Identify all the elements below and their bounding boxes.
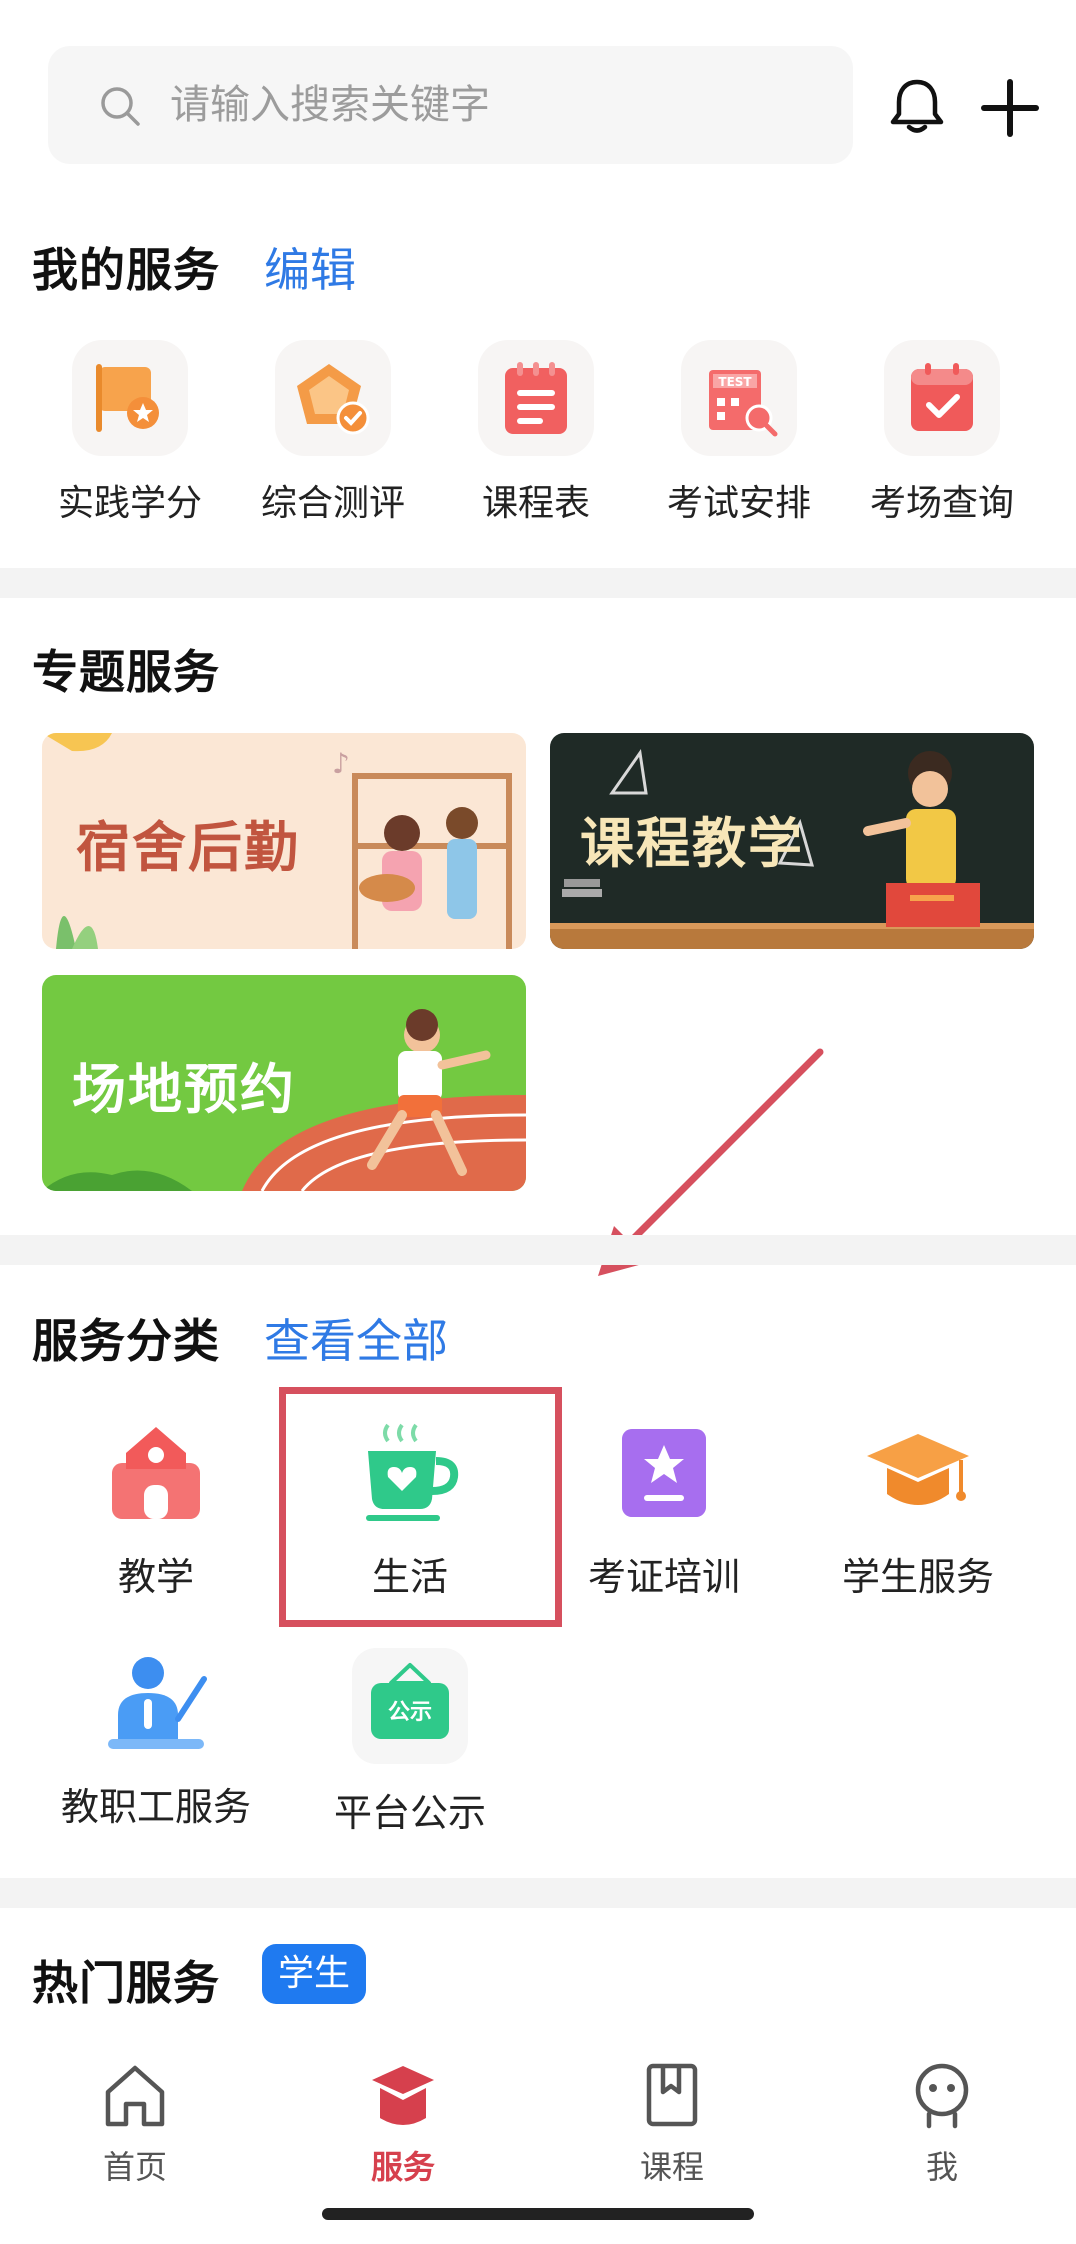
calendar-check-icon (884, 340, 1000, 456)
category-label: 教职工服务 (60, 1785, 251, 1829)
search-bar[interactable] (48, 46, 853, 164)
nav-item-courses[interactable]: 课程 (592, 2060, 752, 2188)
category-label: 教学 (117, 1555, 194, 1599)
category-label: 考证培训 (587, 1555, 740, 1599)
hot-services-title: 热门服务 (32, 1956, 220, 2010)
nav-label: 首页 (102, 2148, 167, 2186)
service-label: 考试安排 (666, 483, 811, 524)
services-icon (372, 2066, 434, 2125)
category-platform-notice[interactable]: 公示 平台公示 (290, 1648, 530, 1837)
service-item-exam-room-query[interactable]: 考场查询 (842, 340, 1042, 526)
edit-link[interactable]: 编辑 (264, 234, 356, 300)
teacher-icon (101, 1648, 211, 1758)
banner-venue-booking[interactable]: 场地预约 (42, 975, 526, 1191)
home-icon (105, 2065, 165, 2127)
nav-item-me[interactable]: 我 (862, 2060, 1022, 2188)
nav-item-services[interactable]: 服务 (323, 2060, 483, 2188)
top-bar (0, 0, 1076, 170)
notice-icon-text: 公示 (388, 1700, 432, 1725)
school-icon (101, 1418, 211, 1528)
section-divider (0, 1235, 1076, 1265)
topic-services-title: 专题服务 (32, 645, 220, 699)
section-divider (0, 568, 1076, 598)
bell-icon[interactable] (888, 76, 946, 136)
category-teaching[interactable]: 教学 (36, 1418, 276, 1601)
category-label: 学生服务 (841, 1555, 994, 1599)
notice-board-icon: 公示 (352, 1648, 468, 1764)
pentagon-check-icon (275, 340, 391, 456)
category-staff-services[interactable]: 教职工服务 (36, 1648, 276, 1831)
book-icon (646, 2063, 698, 2127)
service-label: 课程表 (481, 483, 590, 524)
test-building-icon: TEST (681, 340, 797, 456)
my-services-title: 我的服务 (32, 243, 220, 297)
category-student-services[interactable]: 学生服务 (798, 1418, 1038, 1601)
search-icon (101, 87, 140, 126)
categories-title: 服务分类 (32, 1314, 220, 1368)
svg-text:TEST: TEST (718, 375, 752, 389)
home-indicator[interactable] (322, 2208, 754, 2220)
service-item-timetable[interactable]: 课程表 (436, 340, 636, 526)
service-item-evaluation[interactable]: 综合测评 (233, 340, 433, 526)
service-item-practice-credits[interactable]: 实践学分 (30, 340, 230, 526)
banner-title: 宿舍后勤 (76, 816, 300, 879)
profile-icon (915, 2063, 969, 2129)
svg-text:♪: ♪ (332, 747, 350, 780)
nav-label: 我 (925, 2148, 958, 2186)
banner-title: 课程教学 (580, 812, 804, 875)
banner-dorm-logistics[interactable]: ♪ 宿舍后勤 (42, 733, 526, 949)
student-badge[interactable]: 学生 (262, 1944, 366, 2004)
nav-label: 课程 (639, 2148, 704, 2186)
banner-course-teaching[interactable]: 课程教学 (550, 733, 1034, 949)
nav-label: 服务 (370, 2148, 435, 2186)
service-label: 综合测评 (260, 483, 405, 524)
section-divider (0, 1878, 1076, 1908)
highlight-box (279, 1387, 562, 1627)
nav-item-home[interactable]: 首页 (55, 2060, 215, 2188)
category-label: 平台公示 (333, 1791, 486, 1835)
service-label: 实践学分 (57, 483, 202, 524)
category-certification-training[interactable]: 考证培训 (544, 1418, 784, 1601)
notepad-icon (478, 340, 594, 456)
service-item-exam-schedule[interactable]: TEST 考试安排 (639, 340, 839, 526)
service-label: 考场查询 (869, 483, 1014, 524)
flag-star-icon (72, 340, 188, 456)
graduation-cap-icon (863, 1418, 973, 1528)
certificate-icon (609, 1418, 719, 1528)
plus-icon[interactable] (980, 78, 1040, 138)
search-input[interactable] (170, 70, 830, 140)
view-all-link[interactable]: 查看全部 (264, 1305, 448, 1371)
banner-title: 场地预约 (72, 1058, 296, 1121)
